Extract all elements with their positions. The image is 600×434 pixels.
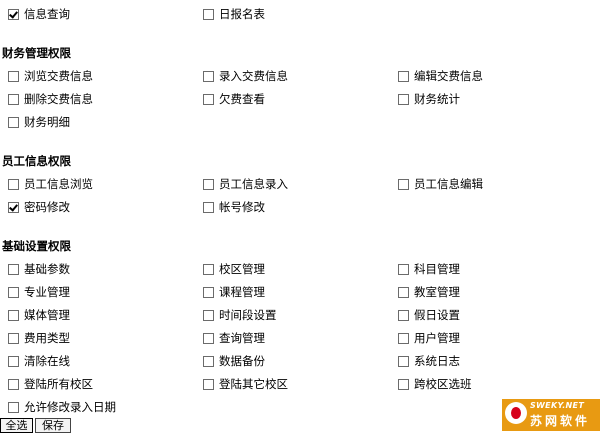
checkbox[interactable] [8,116,19,128]
finance-row-2: 删除交费信息 欠费查看 财务统计 [0,89,600,109]
perm-course-manage[interactable]: 课程管理 [203,282,265,302]
checkbox[interactable] [398,332,409,344]
staff-row-2: 密码修改 帐号修改 [0,197,600,217]
perm-major-manage[interactable]: 专业管理 [8,282,70,302]
perm-enter-fee[interactable]: 录入交费信息 [203,66,288,86]
perm-basic-params[interactable]: 基础参数 [8,259,70,279]
checkbox[interactable] [203,8,214,20]
checkbox[interactable] [8,355,19,367]
perm-info-query[interactable]: 信息查询 [8,4,70,24]
checkbox[interactable] [8,378,19,390]
swirl-logo-icon [505,402,527,424]
section-title-basic: 基础设置权限 [2,239,71,253]
perm-daily-signup[interactable]: 日报名表 [203,4,265,24]
perm-clear-online[interactable]: 清除在线 [8,351,70,371]
checkbox[interactable] [398,355,409,367]
section-title-staff: 员工信息权限 [2,154,71,168]
perm-staff-enter[interactable]: 员工信息录入 [203,174,288,194]
perm-allow-edit-entry-date[interactable]: 允许修改录入日期 [8,397,116,417]
checkbox[interactable] [203,93,214,105]
perm-data-backup[interactable]: 数据备份 [203,351,265,371]
perm-media-manage[interactable]: 媒体管理 [8,305,70,325]
finance-row-3: 财务明细 [0,112,600,132]
checkbox[interactable] [203,378,214,390]
basic-row-4: 费用类型 查询管理 用户管理 [0,328,600,348]
perm-staff-edit[interactable]: 员工信息编辑 [398,174,483,194]
checkbox[interactable] [203,178,214,190]
basic-row-6: 登陆所有校区 登陆其它校区 跨校区选班 [0,374,600,394]
checkbox[interactable] [398,178,409,190]
checkbox[interactable] [203,309,214,321]
finance-row-1: 浏览交费信息 录入交费信息 编辑交费信息 [0,66,600,86]
perm-user-manage[interactable]: 用户管理 [398,328,460,348]
perm-password-change[interactable]: 密码修改 [8,197,70,217]
checkbox[interactable] [8,201,19,213]
checkbox[interactable] [8,263,19,275]
checkbox[interactable] [203,355,214,367]
checkbox[interactable] [203,70,214,82]
perm-classroom-manage[interactable]: 教室管理 [398,282,460,302]
section-title-finance: 财务管理权限 [2,46,71,60]
checkbox[interactable] [8,309,19,321]
checkbox[interactable] [398,309,409,321]
checkbox[interactable] [398,378,409,390]
checkbox[interactable] [398,263,409,275]
watermark-logo: SWEKY.NET 苏网软件 [502,399,600,431]
perm-browse-fee[interactable]: 浏览交费信息 [8,66,93,86]
basic-row-5: 清除在线 数据备份 系统日志 [0,351,600,371]
perm-timeslot-settings[interactable]: 时间段设置 [203,305,277,325]
perm-holiday-settings[interactable]: 假日设置 [398,305,460,325]
checkbox[interactable] [398,286,409,298]
checkbox[interactable] [8,8,19,20]
perm-login-other-campus[interactable]: 登陆其它校区 [203,374,288,394]
checkbox[interactable] [8,93,19,105]
perm-query-manage[interactable]: 查询管理 [203,328,265,348]
perm-finance-stats[interactable]: 财务统计 [398,89,460,109]
checkbox[interactable] [8,401,19,413]
perm-cross-campus-class[interactable]: 跨校区选班 [398,374,472,394]
perm-account-change[interactable]: 帐号修改 [203,197,265,217]
perm-delete-fee[interactable]: 删除交费信息 [8,89,93,109]
perm-arrears-view[interactable]: 欠费查看 [203,89,265,109]
basic-row-2: 专业管理 课程管理 教室管理 [0,282,600,302]
checkbox[interactable] [8,332,19,344]
checkbox[interactable] [8,70,19,82]
perm-system-log[interactable]: 系统日志 [398,351,460,371]
checkbox[interactable] [398,70,409,82]
checkbox[interactable] [203,201,214,213]
basic-row-1: 基础参数 校区管理 科目管理 [0,259,600,279]
basic-row-3: 媒体管理 时间段设置 假日设置 [0,305,600,325]
watermark-site: SWEKY.NET [530,401,585,410]
perm-login-all-campuses[interactable]: 登陆所有校区 [8,374,93,394]
staff-row-1: 员工信息浏览 员工信息录入 员工信息编辑 [0,174,600,194]
checkbox[interactable] [203,286,214,298]
checkbox[interactable] [8,178,19,190]
perm-fee-types[interactable]: 费用类型 [8,328,70,348]
perm-finance-detail[interactable]: 财务明细 [8,112,70,132]
perm-edit-fee[interactable]: 编辑交费信息 [398,66,483,86]
perm-subject-manage[interactable]: 科目管理 [398,259,460,279]
checkbox[interactable] [203,263,214,275]
top-permissions-row: 信息查询 日报名表 [0,4,600,24]
checkbox[interactable] [203,332,214,344]
checkbox[interactable] [8,286,19,298]
perm-campus-manage[interactable]: 校区管理 [203,259,265,279]
perm-staff-browse[interactable]: 员工信息浏览 [8,174,93,194]
watermark-name: 苏网软件 [530,414,591,428]
checkbox[interactable] [398,93,409,105]
